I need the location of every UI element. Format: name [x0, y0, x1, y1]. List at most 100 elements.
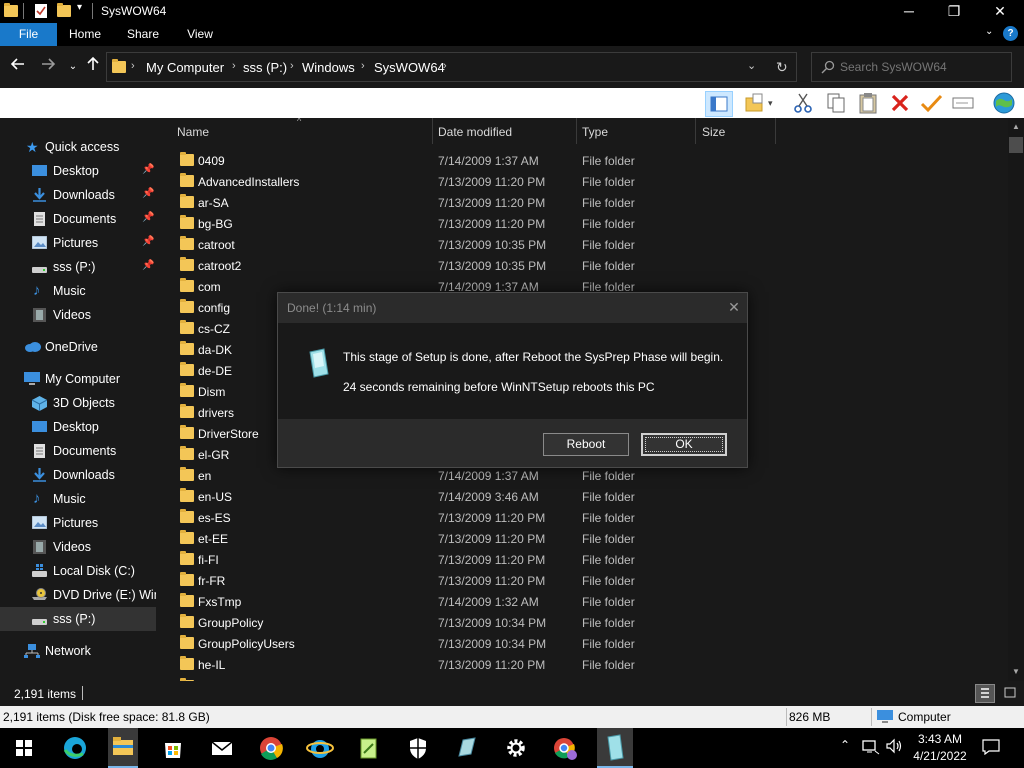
chevron-down-icon[interactable]: ⌄ — [985, 26, 993, 37]
maximize-button[interactable]: ❐ — [931, 0, 977, 23]
column-divider[interactable] — [432, 118, 433, 144]
vertical-scrollbar[interactable]: ▲ ▼ — [1008, 118, 1024, 681]
table-row[interactable]: es-ES 7/13/2009 11:20 PM File folder — [158, 507, 1008, 528]
breadcrumb-drive[interactable]: sss (P:) — [243, 60, 287, 75]
table-row[interactable]: 0409 7/14/2009 1:37 AM File folder — [158, 150, 1008, 171]
details-view-button[interactable] — [975, 684, 995, 703]
column-size[interactable]: Size — [702, 125, 725, 139]
chevron-down-icon[interactable]: ▾ — [768, 98, 773, 109]
customize-toolbar-icon[interactable]: ▾ — [77, 2, 82, 18]
table-row[interactable]: fi-FI 7/13/2009 11:20 PM File folder — [158, 549, 1008, 570]
table-row[interactable]: AdvancedInstallers 7/13/2009 11:20 PM File… — [158, 171, 1008, 192]
network-status-icon[interactable] — [862, 739, 880, 758]
mail-icon[interactable] — [208, 734, 236, 762]
column-date-modified[interactable]: Date modified — [438, 125, 512, 139]
tab-home[interactable]: Home — [62, 23, 108, 46]
help-icon[interactable]: ? — [1003, 26, 1018, 41]
winntsetup-icon[interactable] — [597, 728, 633, 768]
checkmark-icon[interactable] — [919, 91, 943, 115]
table-row[interactable]: fr-FR 7/13/2009 11:20 PM File folder — [158, 570, 1008, 591]
nav-local-disk-c[interactable]: Local Disk (C:) — [0, 559, 156, 583]
refresh-icon[interactable]: ↻ — [776, 59, 788, 76]
column-type[interactable]: Type — [582, 125, 608, 139]
minimize-button[interactable]: ─ — [886, 0, 932, 23]
table-row[interactable]: he-IL 7/13/2009 11:20 PM File folder — [158, 654, 1008, 675]
nav-my-computer[interactable]: My Computer — [0, 367, 156, 391]
nav-qa-videos[interactable]: Videos — [0, 303, 156, 327]
search-box[interactable] — [811, 52, 1012, 82]
delete-icon[interactable] — [888, 91, 912, 115]
new-folder-icon[interactable] — [57, 3, 71, 21]
ok-button[interactable]: OK — [641, 433, 727, 456]
clock-date[interactable]: 4/21/2022 — [910, 749, 970, 763]
nav-qa-desktop[interactable]: Desktop 📌 — [0, 159, 156, 183]
table-row[interactable]: en-US 7/14/2009 3:46 AM File folder — [158, 486, 1008, 507]
nav-3d-objects[interactable]: 3D Objects — [0, 391, 156, 415]
clock-time[interactable]: 3:43 AM — [914, 732, 966, 746]
breadcrumb-my-computer[interactable]: My Computer — [146, 60, 224, 75]
breadcrumb-windows[interactable]: Windows — [302, 60, 355, 75]
store-icon[interactable] — [159, 734, 187, 762]
table-row[interactable]: catroot2 7/13/2009 10:35 PM File folder — [158, 255, 1008, 276]
internet-explorer-icon[interactable] — [306, 734, 334, 762]
nav-onedrive[interactable]: OneDrive — [0, 335, 156, 359]
cut-icon[interactable] — [791, 91, 815, 115]
nav-pc-drive-p[interactable]: sss (P:) — [0, 607, 156, 631]
chevron-up-icon[interactable]: ⌃ — [840, 738, 850, 752]
pencil-app-icon[interactable] — [453, 734, 481, 762]
column-divider[interactable] — [695, 118, 696, 144]
properties-icon[interactable] — [34, 3, 48, 19]
notepad-plus-icon[interactable] — [355, 734, 383, 762]
globe-icon[interactable] — [990, 91, 1018, 115]
table-row[interactable]: en 7/14/2009 1:37 AM File folder — [158, 465, 1008, 486]
table-row[interactable]: GroupPolicy 7/13/2009 10:34 PM File folder — [158, 612, 1008, 633]
chrome-profile-icon[interactable] — [551, 734, 579, 762]
copy-icon[interactable] — [824, 91, 848, 115]
recent-locations-button[interactable]: ⌄ — [62, 56, 84, 78]
scrollbar-thumb[interactable] — [1009, 137, 1023, 153]
column-name[interactable]: Name — [177, 125, 209, 139]
column-divider[interactable] — [576, 118, 577, 144]
nav-pc-videos[interactable]: Videos — [0, 535, 156, 559]
tab-file[interactable]: File — [0, 23, 57, 46]
nav-dvd-drive-e[interactable]: DVD Drive (E:) Wind — [0, 583, 156, 607]
nav-qa-drive-p[interactable]: sss (P:) 📌 — [0, 255, 156, 279]
large-icons-view-button[interactable] — [1001, 684, 1021, 703]
forward-button[interactable] — [37, 56, 59, 78]
table-row[interactable]: bg-BG 7/13/2009 11:20 PM File folder — [158, 213, 1008, 234]
notifications-icon[interactable] — [982, 739, 1000, 758]
nav-quick-access[interactable]: ★ Quick access — [0, 135, 156, 159]
edge-icon[interactable] — [61, 734, 89, 762]
nav-pc-desktop[interactable]: Desktop — [0, 415, 156, 439]
nav-pc-pictures[interactable]: Pictures — [0, 511, 156, 535]
table-row[interactable]: GroupPolicyUsers 7/13/2009 10:34 PM File f… — [158, 633, 1008, 654]
chevron-right-icon[interactable]: › — [232, 60, 236, 72]
tab-share[interactable]: Share — [120, 23, 166, 46]
preview-pane-button[interactable] — [705, 91, 733, 117]
table-row[interactable]: ar-SA 7/13/2009 11:20 PM File folder — [158, 192, 1008, 213]
address-bar[interactable]: › My Computer › sss (P:) › Windows › Sys… — [106, 52, 797, 82]
volume-icon[interactable] — [885, 738, 905, 757]
chevron-right-icon[interactable]: › — [290, 60, 294, 72]
nav-qa-downloads[interactable]: Downloads 📌 — [0, 183, 156, 207]
paste-icon[interactable] — [856, 91, 880, 115]
chevron-right-icon[interactable]: › — [443, 60, 447, 72]
table-row[interactable]: catroot 7/13/2009 10:35 PM File folder — [158, 234, 1008, 255]
chevron-right-icon[interactable]: › — [361, 60, 365, 72]
column-divider[interactable] — [775, 118, 776, 144]
close-button[interactable]: ✕ — [977, 0, 1023, 23]
breadcrumb-syswow64[interactable]: SysWOW64 — [374, 60, 445, 75]
windows-start-icon[interactable] — [10, 734, 38, 762]
nav-pc-downloads[interactable]: Downloads — [0, 463, 156, 487]
chrome-icon[interactable] — [257, 734, 285, 762]
tab-view[interactable]: View — [177, 23, 223, 46]
nav-pc-documents[interactable]: Documents — [0, 439, 156, 463]
search-input[interactable] — [840, 59, 1005, 75]
nav-qa-music[interactable]: ♪ Music — [0, 279, 156, 303]
dialog-close-button[interactable]: ✕ — [723, 297, 745, 317]
nav-network[interactable]: Network — [0, 639, 156, 663]
chevron-right-icon[interactable]: › — [131, 60, 135, 72]
address-dropdown-icon[interactable]: ⌄ — [747, 59, 756, 72]
reboot-button[interactable]: Reboot — [543, 433, 629, 456]
table-row[interactable]: FxsTmp 7/14/2009 1:32 AM File folder — [158, 591, 1008, 612]
